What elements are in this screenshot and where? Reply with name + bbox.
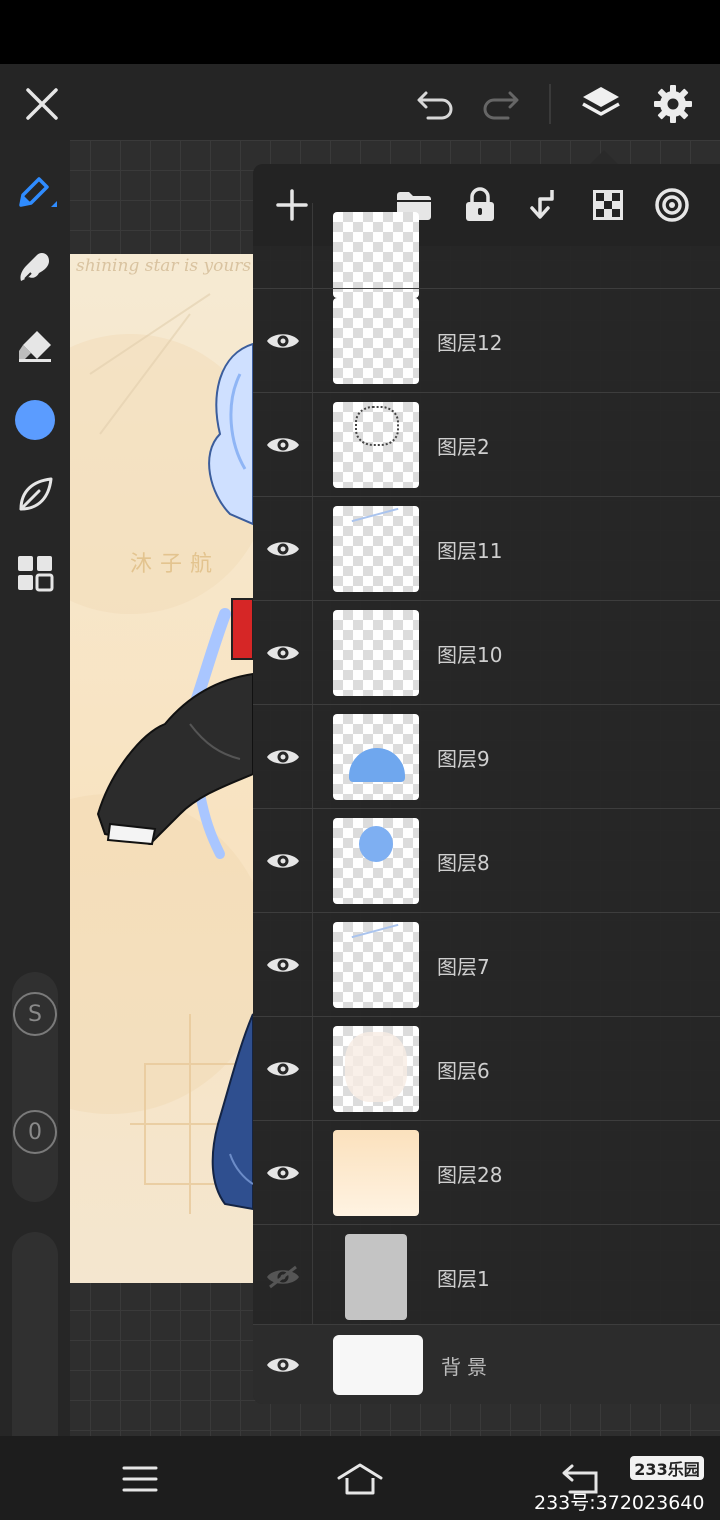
layers-panel: 图层12 图层2 图层11 图层10 图层9 图层8 图层7 图层6 图层28 图层1 背景 [253,164,720,1404]
layer-name: 图层8 [437,851,490,875]
layer-row[interactable]: 图层1 [253,1224,720,1329]
undo-icon [417,91,453,120]
layer-row[interactable]: 图层12 [253,288,720,393]
home-icon [337,1463,383,1495]
layer-row[interactable]: 图层2 [253,392,720,497]
eye-icon [266,646,299,660]
status-bar [0,0,720,64]
layer-name: 图层10 [437,643,503,667]
pen-icon [19,177,57,207]
layer-thumbnail [333,402,419,488]
layer-row[interactable]: 图层9 [253,704,720,809]
layer-visibility-toggle[interactable] [253,705,313,809]
layer-thumbnail [333,1026,419,1112]
eye-icon [266,334,299,348]
layer-thumbnail [333,212,419,298]
layer-name: 图层12 [437,331,503,355]
brush-opacity-label: 0 [13,1110,57,1154]
system-nav-bar: 233乐园 233号:372023640 [0,1436,720,1520]
layer-name: 图层2 [437,435,490,459]
background-layer-name: 背景 [441,1355,493,1379]
layer-row[interactable]: 图层28 [253,1120,720,1225]
undo-button[interactable] [414,82,458,126]
artwork-script-text: shining star is yours [76,256,252,276]
layer-thumbnail [333,506,419,592]
home-nav-button[interactable] [335,1454,385,1504]
eraser-tool[interactable] [12,322,58,368]
eye-hidden-icon [266,1265,299,1289]
layers-icon [582,87,620,116]
watermark-badge: 233乐园 [630,1456,704,1480]
layer-name: 图层6 [437,1059,490,1083]
layer-row[interactable]: 图层7 [253,912,720,1017]
layer-name: 图层9 [437,747,490,771]
layer-visibility-toggle[interactable] [253,393,313,497]
layer-visibility-toggle[interactable] [253,289,313,393]
grid-icon [18,556,54,592]
layer-row[interactable]: 图层8 [253,808,720,913]
eye-icon [267,1358,299,1372]
brush-size-label: S [13,992,57,1036]
layer-thumbnail [333,922,419,1008]
layer-thumbnail [333,1130,419,1216]
current-color-swatch [15,400,55,440]
layer-name: 图层1 [437,1267,490,1291]
menu-nav-button[interactable] [115,1454,165,1504]
eraser-icon [19,331,51,362]
layer-visibility-toggle[interactable] [253,1017,313,1121]
color-picker-button[interactable] [12,397,58,443]
layer-visibility-toggle[interactable] [253,601,313,705]
layer-visibility-toggle[interactable] [253,497,313,601]
eye-icon [266,542,299,556]
layer-visibility-toggle[interactable] [253,913,313,1017]
layers-button[interactable] [579,82,623,126]
close-icon [26,88,58,120]
eye-icon [266,958,299,972]
brush-tool[interactable] [12,168,58,214]
layer-visibility-toggle[interactable] [253,1225,313,1329]
layer-thumbnail [333,298,419,384]
background-layer-row[interactable]: 背景 [253,1324,720,1404]
left-toolbar: S 0 [0,140,70,1482]
layer-row[interactable]: 图层6 [253,1016,720,1121]
toolbar-divider [549,84,551,124]
layers-panel-pointer [590,150,618,164]
smudge-icon [20,253,49,281]
layer-visibility-toggle[interactable] [253,1121,313,1225]
layer-thumbnail [333,714,419,800]
artwork-canvas[interactable]: 沐子航 shining star is yours [70,254,253,1283]
background-visibility-toggle[interactable] [253,1325,313,1404]
layer-thumbnail [333,610,419,696]
redo-button[interactable] [478,82,522,126]
eye-icon [266,750,299,764]
eye-icon [266,854,299,868]
layer-name: 图层7 [437,955,490,979]
layer-visibility-toggle[interactable] [253,809,313,913]
top-toolbar [0,64,720,140]
layer-row[interactable]: 图层11 [253,496,720,601]
materials-tool[interactable] [12,550,58,596]
gear-icon [654,85,692,123]
layer-name: 图层28 [437,1163,503,1187]
menu-icon [122,1466,158,1492]
smudge-tool[interactable] [12,244,58,290]
artwork-illustration [70,293,253,1214]
layer-name: 图层11 [437,539,503,563]
leaf-icon [19,477,53,511]
eye-icon [266,438,299,452]
brush-library-tool[interactable] [12,472,58,518]
eye-icon [266,1166,299,1180]
layer-row[interactable]: 图层10 [253,600,720,705]
settings-button[interactable] [651,82,695,126]
eye-icon [266,1062,299,1076]
close-button[interactable] [20,82,64,126]
background-thumbnail [333,1335,423,1395]
artwork-watermark: 沐子航 [130,552,221,577]
redo-icon [483,91,519,120]
layer-thumbnail [333,818,419,904]
watermark-id: 233号:372023640 [534,1492,705,1514]
layer-thumbnail [345,1234,407,1320]
